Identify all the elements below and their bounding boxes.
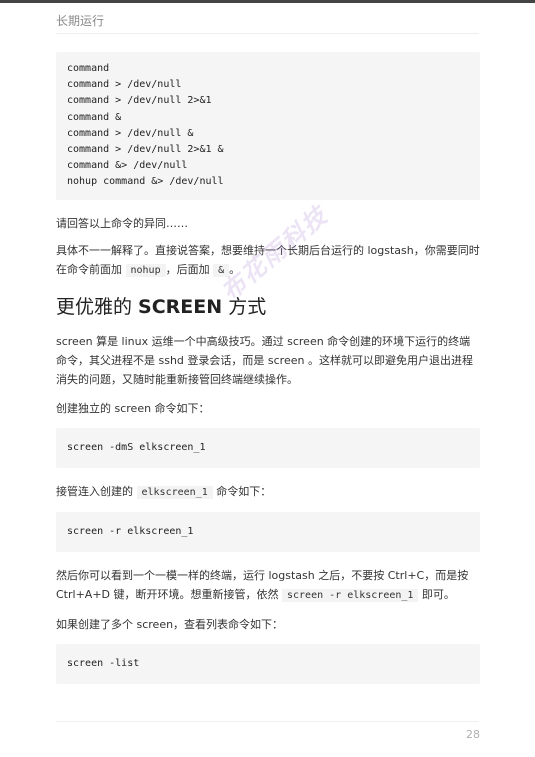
- answer-text-2: ，后面加: [165, 262, 214, 276]
- paragraph-screen-intro: screen 算是 linux 运维一个中高级技巧。通过 screen 命令创建…: [56, 334, 473, 386]
- code-line: command &: [67, 111, 122, 123]
- code-block-attach: screen -r elkscreen_1: [56, 511, 480, 553]
- page-content: command command > /dev/null command > /dev…: [56, 52, 480, 685]
- heading-keyword: SCREEN: [138, 295, 223, 318]
- code-line: command > /dev/null: [67, 79, 182, 91]
- header-divider: [56, 33, 479, 34]
- paragraph-create: 创建独立的 screen 命令如下：: [56, 401, 210, 415]
- paragraph-attach: 接管连入创建的 elkscreen_1 命令如下：: [56, 482, 480, 502]
- code-line: command > /dev/null &: [67, 127, 194, 139]
- code-line: command > /dev/null 2>&1: [67, 95, 212, 107]
- code-line: command: [67, 63, 110, 74]
- top-border: [0, 0, 535, 3]
- paragraph-question: 请回答以上命令的异同……: [56, 216, 188, 230]
- code-line: command &> /dev/null: [67, 160, 188, 172]
- page-number: 28: [466, 728, 480, 741]
- attach-text-2: 命令如下：: [212, 484, 272, 498]
- code-block-list: screen -list: [56, 644, 480, 685]
- heading-prefix: 更优雅的: [56, 295, 139, 318]
- page-header: 长期运行: [56, 14, 105, 28]
- inline-code-reattach: screen -r elkscreen_1: [282, 589, 419, 603]
- code-line: command > /dev/null 2>&1 &: [67, 144, 224, 156]
- paragraph-list: 如果创建了多个 screen，查看列表命令如下：: [56, 618, 284, 632]
- section-heading: 更优雅的 SCREEN 方式: [56, 294, 480, 320]
- code-block-create: screen -dmS elkscreen_1: [56, 427, 480, 468]
- paragraph-detach: 然后你可以看到一个一模一样的终端，运行 logstash 之后，不要按 Ctrl…: [56, 566, 480, 605]
- inline-code-screen-name: elkscreen_1: [136, 485, 213, 499]
- footer-divider: [56, 721, 479, 722]
- code-line: nohup command &> /dev/null: [67, 176, 224, 188]
- inline-code-nohup: nohup: [125, 263, 166, 277]
- code-block-commands: command command > /dev/null command > /dev…: [56, 52, 480, 200]
- detach-text-2: 即可。: [418, 588, 455, 602]
- attach-text-1: 接管连入创建的: [56, 484, 137, 498]
